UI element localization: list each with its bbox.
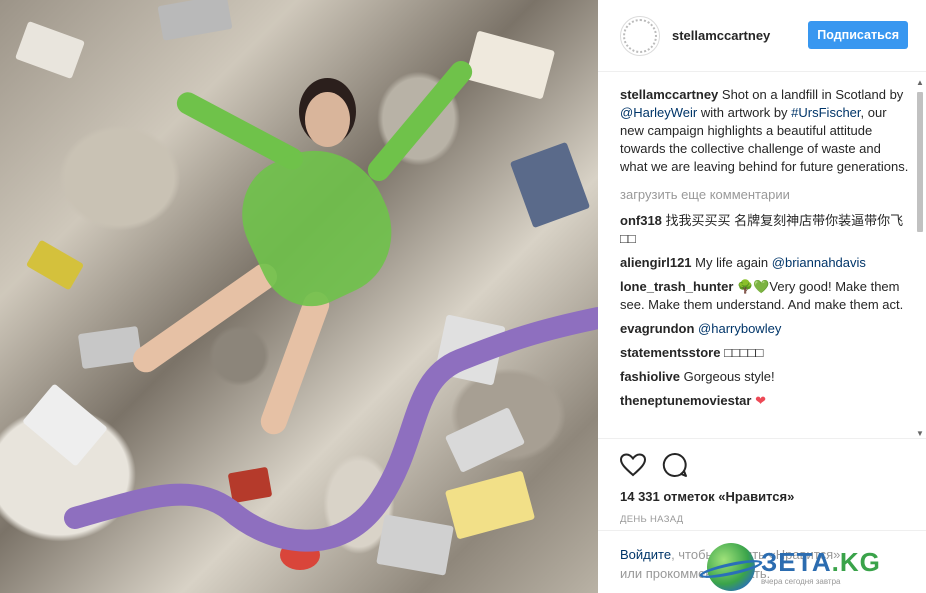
- scroll-down-arrow-icon[interactable]: ▼: [916, 429, 924, 438]
- comment: statementsstore □□□□□: [620, 344, 910, 362]
- follow-button[interactable]: Подписаться: [808, 21, 908, 49]
- comment-username[interactable]: lone_trash_hunter: [620, 279, 733, 294]
- purple-squiggle-artwork: [64, 307, 598, 552]
- mention-link[interactable]: @harrybowley: [698, 321, 781, 336]
- load-more-comments[interactable]: загрузить еще комментарии: [620, 186, 910, 204]
- comment: aliengirl121 My life again @briannahdavi…: [620, 254, 910, 272]
- comments-scrollbar[interactable]: ▲ ▼: [914, 78, 926, 438]
- post-username[interactable]: stellamccartney: [672, 28, 770, 43]
- comment: lone_trash_hunter 🌳💚Very good! Make them…: [620, 278, 910, 314]
- globe-ring: [698, 556, 764, 582]
- caption-text: with artwork by: [697, 105, 792, 120]
- comment: evagrundon @harrybowley: [620, 320, 910, 338]
- comment-text: □□□□□: [724, 345, 764, 360]
- globe-logo-icon: [698, 543, 764, 591]
- comment-username[interactable]: onf318: [620, 213, 662, 228]
- comment-username[interactable]: aliengirl121: [620, 255, 692, 270]
- comments-list: stellamccartney Shot on a landfill in Sc…: [620, 86, 910, 436]
- watermark-brand: ЗЕТА: [761, 546, 832, 577]
- comment-text: My life again: [695, 255, 772, 270]
- scrollbar-thumb[interactable]: [917, 92, 923, 232]
- comment-text: 找我买买买 名牌复刻神店带你装逼带你飞□□: [620, 213, 904, 246]
- comment: theneptunemoviestar ❤: [620, 392, 910, 410]
- watermark-title: ЗЕТА.KG: [761, 549, 881, 575]
- watermark-tagline: вчера сегодня завтра: [761, 576, 841, 586]
- login-link[interactable]: Войдите: [620, 547, 671, 562]
- comment: fashiolive Gorgeous style!: [620, 368, 910, 386]
- avatar[interactable]: [620, 15, 660, 56]
- action-icons: [620, 451, 904, 479]
- hashtag-link[interactable]: #UrsFischer: [791, 105, 860, 120]
- comment-username[interactable]: statementsstore: [620, 345, 720, 360]
- post-photo[interactable]: [0, 0, 598, 593]
- watermark-text: ЗЕТА.KG вчера сегодня завтра: [761, 549, 881, 586]
- like-heart-icon[interactable]: [620, 453, 646, 477]
- post-timestamp[interactable]: ДЕНЬ НАЗАД: [620, 514, 904, 525]
- comment-username[interactable]: theneptunemoviestar: [620, 393, 751, 408]
- comment-username[interactable]: fashiolive: [620, 369, 680, 384]
- mention-link[interactable]: @briannahdavis: [772, 255, 866, 270]
- post-actions: 14 331 отметок «Нравится» ДЕНЬ НАЗАД: [598, 438, 926, 525]
- scroll-up-arrow-icon[interactable]: ▲: [916, 78, 924, 87]
- post-header: stellamccartney Подписаться: [598, 0, 926, 72]
- comment: onf318 找我买买买 名牌复刻神店带你装逼带你飞□□: [620, 212, 910, 248]
- mention-link[interactable]: @HarleyWeir: [620, 105, 697, 120]
- post-caption: stellamccartney Shot on a landfill in Sc…: [620, 86, 910, 176]
- comment-username[interactable]: evagrundon: [620, 321, 694, 336]
- watermark-domain: .KG: [831, 546, 881, 577]
- caption-username[interactable]: stellamccartney: [620, 87, 718, 102]
- comment-bubble-icon[interactable]: [662, 452, 688, 478]
- zeta-kg-watermark: ЗЕТА.KG вчера сегодня завтра: [698, 541, 926, 593]
- avatar-logo: [623, 18, 657, 53]
- likes-count[interactable]: 14 331 отметок «Нравится»: [620, 489, 904, 504]
- heart-emoji: ❤: [755, 393, 767, 408]
- caption-text: Shot on a landfill in Scotland by: [721, 87, 904, 102]
- post-sidebar: stellamccartney Подписаться stellamccart…: [598, 0, 926, 593]
- comment-text: Gorgeous style!: [683, 369, 775, 384]
